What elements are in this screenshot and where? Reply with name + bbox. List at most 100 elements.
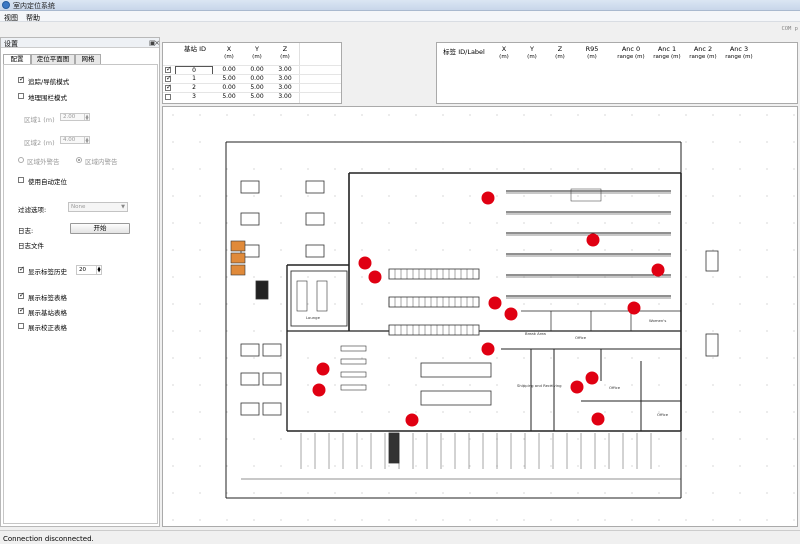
floorplan-canvas[interactable]: Lounge Break Area Women's Shipping and Rece… <box>163 107 798 527</box>
tag-marker <box>591 412 605 426</box>
anchor-enabled-checkbox[interactable] <box>165 83 172 91</box>
grid-dot <box>442 465 444 467</box>
spin-arrows-icon[interactable]: ▲ ▼ <box>84 137 89 144</box>
spin-arrows-icon[interactable]: ▲ ▼ <box>84 114 89 121</box>
anchor-x-cell[interactable]: 5.00 <box>215 93 243 100</box>
grid-dot <box>523 114 525 116</box>
zone2-spinbox[interactable]: 4.00 ▲ ▼ <box>60 136 90 144</box>
alarm-inside-radio[interactable] <box>76 157 82 163</box>
auto-positioning-checkbox[interactable] <box>18 177 24 183</box>
anchor-z-cell[interactable]: 3.00 <box>271 93 299 100</box>
grid-dot <box>442 384 444 386</box>
table-row[interactable]: 0 0.00 0.00 3.00 <box>163 65 341 75</box>
grid-dot <box>199 519 201 521</box>
anchor-enabled-checkbox[interactable] <box>165 65 172 73</box>
show-tag-table-checkbox[interactable] <box>18 291 25 299</box>
grid-dot <box>604 492 606 494</box>
anchor-y-cell[interactable]: 5.00 <box>243 84 271 91</box>
anchor-z-cell[interactable]: 3.00 <box>271 84 299 91</box>
shelving-block <box>388 268 480 280</box>
anchor-enabled-checkbox[interactable] <box>165 74 172 82</box>
zone1-spinbox[interactable]: 2.00 ▲ ▼ <box>60 113 90 121</box>
room-label: Break Area <box>525 331 546 336</box>
grid-dot <box>685 357 687 359</box>
log-start-button[interactable]: 开始 <box>70 223 130 234</box>
grid-dot <box>172 249 174 251</box>
grid-dot <box>334 114 336 116</box>
tag-marker <box>358 256 372 270</box>
tab-floorplan[interactable]: 定位平面图 <box>31 54 75 64</box>
grid-dot <box>793 303 795 305</box>
grid-dot <box>685 276 687 278</box>
anchor-x-cell[interactable]: 0.00 <box>215 84 243 91</box>
grid-dot <box>739 492 741 494</box>
grid-dot <box>604 114 606 116</box>
grid-dot <box>172 303 174 305</box>
filter-label: 过滤选项: <box>18 206 47 214</box>
anchor-x-cell[interactable]: 5.00 <box>215 75 243 82</box>
grid-dot <box>253 357 255 359</box>
show-correction-table-checkbox[interactable] <box>18 323 24 329</box>
table-row[interactable]: 3 5.00 5.00 3.00 <box>163 92 341 100</box>
grid-dot <box>307 519 309 521</box>
grid-dot <box>415 465 417 467</box>
anchor-x-cell[interactable]: 0.00 <box>215 66 243 73</box>
anchor-y-cell[interactable]: 0.00 <box>243 66 271 73</box>
grid-dot <box>199 357 201 359</box>
grid-dot <box>766 330 768 332</box>
grid-dot <box>577 492 579 494</box>
grid-dot <box>712 438 714 440</box>
grid-dot <box>631 195 633 197</box>
close-icon[interactable]: × <box>154 39 160 47</box>
grid-dot <box>550 438 552 440</box>
grid-dot <box>172 357 174 359</box>
tab-grid[interactable]: 网格 <box>75 54 101 64</box>
grid-dot <box>199 276 201 278</box>
grid-dot <box>739 438 741 440</box>
grid-dot <box>226 276 228 278</box>
menu-view[interactable]: 视图 <box>4 13 18 23</box>
floorplan-view[interactable]: Lounge Break Area Women's Shipping and Rece… <box>162 106 798 527</box>
grid-dot <box>658 168 660 170</box>
spin-arrows-icon[interactable]: ▲ ▼ <box>96 266 101 274</box>
anchor-y-cell[interactable]: 0.00 <box>243 75 271 82</box>
anchor-z-cell[interactable]: 3.00 <box>271 75 299 82</box>
grid-dot <box>307 168 309 170</box>
grid-dot <box>523 249 525 251</box>
table-row[interactable]: 2 0.00 5.00 3.00 <box>163 83 341 91</box>
anchor-y-cell[interactable]: 5.00 <box>243 93 271 100</box>
grid-dot <box>199 114 201 116</box>
grid-dot <box>361 195 363 197</box>
log-file-label: 日志文件 <box>18 242 44 250</box>
anchor-id-cell[interactable]: 2 <box>175 84 213 91</box>
grid-dot <box>415 411 417 413</box>
grid-dot <box>658 249 660 251</box>
geofence-mode-checkbox[interactable] <box>18 93 24 99</box>
grid-dot <box>658 114 660 116</box>
anchor-enabled-checkbox[interactable] <box>165 94 171 100</box>
pallet <box>230 240 246 252</box>
grid-dot <box>604 168 606 170</box>
grid-dot <box>577 438 579 440</box>
anchor-id-cell[interactable]: 1 <box>175 75 213 82</box>
anchor-id-cell[interactable]: 3 <box>175 93 213 100</box>
table-row[interactable]: 1 5.00 0.00 3.00 <box>163 74 341 82</box>
show-history-checkbox[interactable] <box>18 265 25 273</box>
truck <box>305 180 325 194</box>
tracking-mode-checkbox[interactable] <box>18 75 25 83</box>
grid-dot <box>604 384 606 386</box>
alarm-outside-radio[interactable] <box>18 157 24 163</box>
history-count-spinbox[interactable]: 20 ▲ ▼ <box>76 265 102 275</box>
grid-dot <box>415 114 417 116</box>
anchor-z-cell[interactable]: 3.00 <box>271 66 299 73</box>
menu-help[interactable]: 帮助 <box>26 13 40 23</box>
grid-dot <box>496 168 498 170</box>
grid-dot <box>334 195 336 197</box>
show-anchor-table-checkbox[interactable] <box>18 306 25 314</box>
grid-dot <box>739 519 741 521</box>
tag-marker <box>316 362 330 376</box>
grid-dot <box>334 384 336 386</box>
filter-select[interactable]: None ▼ <box>68 202 128 212</box>
grid-dot <box>550 249 552 251</box>
grid-dot <box>739 303 741 305</box>
